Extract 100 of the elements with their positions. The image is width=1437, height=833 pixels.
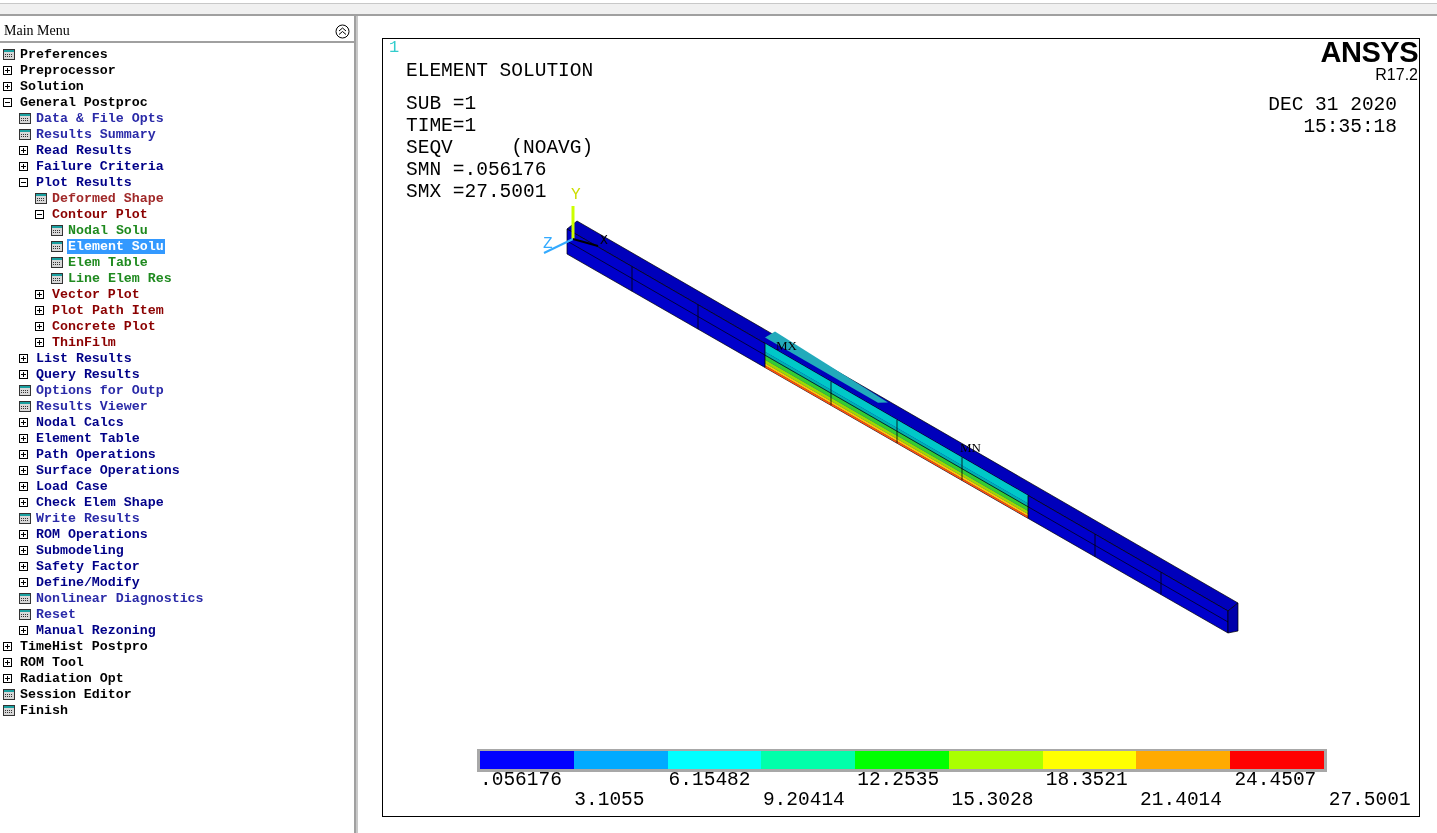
plus-box-icon[interactable] bbox=[3, 657, 12, 667]
menu-item[interactable]: Reset bbox=[35, 606, 77, 622]
plus-box-icon[interactable] bbox=[19, 433, 28, 443]
menu-item[interactable]: Results Viewer bbox=[35, 398, 149, 414]
plus-box-icon[interactable] bbox=[19, 625, 28, 635]
result-info: SMX =27.5001 bbox=[406, 181, 547, 203]
plus-box-icon[interactable] bbox=[19, 449, 28, 459]
menu-item[interactable]: Manual Rezoning bbox=[35, 622, 157, 638]
plus-box-icon[interactable] bbox=[19, 161, 28, 171]
menu-item[interactable]: Write Results bbox=[35, 510, 141, 526]
menu-item[interactable]: Options for Outp bbox=[35, 382, 165, 398]
dialog-icon bbox=[19, 512, 31, 524]
menu-item[interactable]: Preprocessor bbox=[19, 62, 117, 78]
menu-item[interactable]: Vector Plot bbox=[51, 286, 141, 302]
plus-box-icon[interactable] bbox=[19, 545, 28, 555]
result-info: SUB =1 bbox=[406, 93, 477, 115]
menu-item[interactable]: Preferences bbox=[19, 46, 109, 62]
legend-value: 18.3521 bbox=[1045, 770, 1128, 790]
plus-box-icon[interactable] bbox=[35, 321, 44, 331]
legend-value: 15.3028 bbox=[951, 790, 1034, 810]
menu-item[interactable]: Line Elem Res bbox=[67, 270, 173, 286]
menu-item[interactable]: Nodal Calcs bbox=[35, 414, 125, 430]
dialog-icon bbox=[51, 240, 63, 252]
menu-item[interactable]: ROM Tool bbox=[19, 654, 85, 670]
plus-box-icon[interactable] bbox=[35, 289, 44, 299]
legend-value: 27.5001 bbox=[1328, 790, 1411, 810]
menu-item[interactable]: Path Operations bbox=[35, 446, 157, 462]
dialog-icon bbox=[19, 592, 31, 604]
dialog-icon bbox=[19, 400, 31, 412]
menu-item[interactable]: Nonlinear Diagnostics bbox=[35, 590, 205, 606]
plus-box-icon[interactable] bbox=[35, 305, 44, 315]
menu-item[interactable]: Failure Criteria bbox=[35, 158, 165, 174]
menu-item[interactable]: Check Elem Shape bbox=[35, 494, 165, 510]
dialog-icon bbox=[3, 48, 15, 60]
plus-box-icon[interactable] bbox=[19, 417, 28, 427]
legend-value: 12.2535 bbox=[857, 770, 940, 790]
plus-box-icon[interactable] bbox=[19, 529, 28, 539]
menu-item[interactable]: Solution bbox=[19, 78, 85, 94]
menu-item[interactable]: ThinFilm bbox=[51, 334, 117, 350]
menu-item[interactable]: TimeHist Postpro bbox=[19, 638, 149, 654]
logo-text: ANSYS bbox=[1320, 38, 1418, 67]
menu-item[interactable]: Element Table bbox=[35, 430, 141, 446]
dialog-icon bbox=[19, 128, 31, 140]
plus-box-icon[interactable] bbox=[19, 577, 28, 587]
plus-box-icon[interactable] bbox=[19, 497, 28, 507]
menu-item[interactable]: Safety Factor bbox=[35, 558, 141, 574]
collapse-icon[interactable] bbox=[335, 23, 350, 39]
menu-item[interactable]: Plot Results bbox=[35, 174, 133, 190]
plus-box-icon[interactable] bbox=[3, 641, 12, 651]
dialog-icon bbox=[19, 608, 31, 620]
menu-item[interactable]: Elem Table bbox=[67, 254, 149, 270]
menu-item[interactable]: ROM Operations bbox=[35, 526, 149, 542]
menu-item[interactable]: Read Results bbox=[35, 142, 133, 158]
plus-box-icon[interactable] bbox=[35, 337, 44, 347]
plot-time: 15:35:18 bbox=[1303, 116, 1397, 138]
minus-box-icon[interactable] bbox=[3, 97, 12, 107]
legend-value: 21.4014 bbox=[1140, 790, 1222, 810]
dialog-icon bbox=[51, 224, 63, 236]
axis-label: Z bbox=[543, 235, 553, 253]
plus-box-icon[interactable] bbox=[19, 481, 28, 491]
menu-item[interactable]: Load Case bbox=[35, 478, 109, 494]
dialog-icon bbox=[3, 704, 15, 716]
dialog-icon bbox=[35, 192, 47, 204]
minus-box-icon[interactable] bbox=[35, 209, 44, 219]
legend-value: 9.20414 bbox=[762, 790, 845, 810]
plus-box-icon[interactable] bbox=[3, 81, 12, 91]
menu-item[interactable]: Contour Plot bbox=[51, 206, 149, 222]
menu-item[interactable]: Surface Operations bbox=[35, 462, 181, 478]
menu-item[interactable]: List Results bbox=[35, 350, 133, 366]
version-text: R17.2 bbox=[1375, 67, 1418, 83]
plus-box-icon[interactable] bbox=[19, 561, 28, 571]
plus-box-icon[interactable] bbox=[19, 353, 28, 363]
menu-item[interactable]: Deformed Shape bbox=[51, 190, 165, 206]
legend-value: 24.4507 bbox=[1234, 770, 1317, 790]
minus-box-icon[interactable] bbox=[19, 177, 28, 187]
plot-date: DEC 31 2020 bbox=[1268, 94, 1397, 116]
plus-box-icon[interactable] bbox=[19, 145, 28, 155]
menu-item[interactable]: Submodeling bbox=[35, 542, 125, 558]
menu-item[interactable]: Radiation Opt bbox=[19, 670, 125, 686]
axis-label: X bbox=[600, 233, 608, 248]
plot-title: ELEMENT SOLUTION bbox=[406, 59, 594, 83]
menu-item[interactable]: Query Results bbox=[35, 366, 141, 382]
legend-value: 6.15482 bbox=[668, 770, 751, 790]
plus-box-icon[interactable] bbox=[19, 369, 28, 379]
legend-value: .056176 bbox=[480, 770, 562, 790]
plus-box-icon[interactable] bbox=[3, 673, 12, 683]
menu-title: Main Menu bbox=[4, 23, 70, 39]
menu-item[interactable]: Results Summary bbox=[35, 126, 157, 142]
menu-item[interactable]: Define/Modify bbox=[35, 574, 141, 590]
plus-box-icon[interactable] bbox=[3, 65, 12, 75]
menu-item[interactable]: Session Editor bbox=[19, 686, 133, 702]
axis-label: Y bbox=[571, 186, 581, 204]
dialog-icon bbox=[19, 112, 31, 124]
menu-item[interactable]: Data & File Opts bbox=[35, 110, 165, 126]
menu-item[interactable]: Nodal Solu bbox=[67, 222, 149, 238]
menu-item[interactable]: Finish bbox=[19, 702, 69, 718]
menu-item[interactable]: Plot Path Item bbox=[51, 302, 165, 318]
menu-item[interactable]: General Postproc bbox=[19, 94, 149, 110]
plus-box-icon[interactable] bbox=[19, 465, 28, 475]
menu-item[interactable]: Concrete Plot bbox=[51, 318, 157, 334]
